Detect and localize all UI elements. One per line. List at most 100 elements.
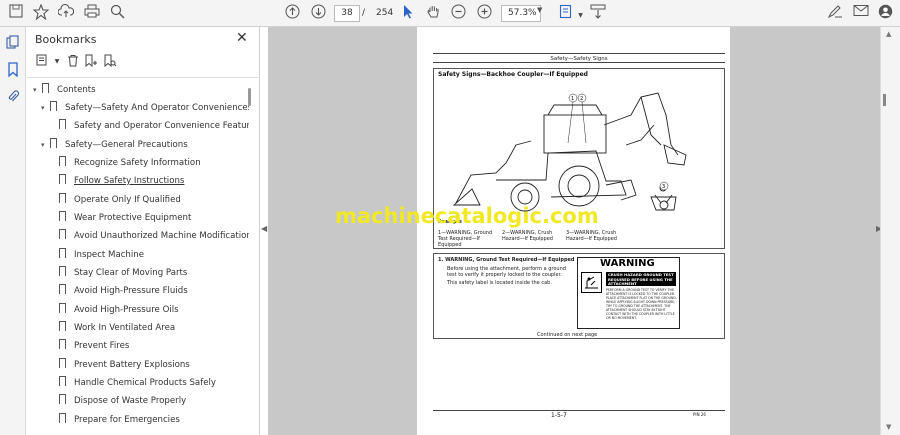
bookmark-item[interactable]: Prevent Battery Explosions [59,356,190,374]
zoom-dropdown-icon[interactable]: ▼ [537,6,542,14]
bookmarks-list: ▾ Contents ▾ Safety—Safety And Operator Co… [27,79,249,435]
scrollbar-thumb[interactable] [883,94,886,106]
bookmark-icon [50,101,57,111]
zoom-level-field[interactable]: 57.3% [501,5,541,22]
item-text-2: This safety label is located inside the … [447,280,552,286]
bookmark-icon [59,266,66,276]
bookmark-item[interactable]: Wear Protective Equipment [59,209,191,227]
svg-text:3: 3 [662,184,665,190]
bookmark-item[interactable]: Work In Ventilated Area [59,319,175,337]
bookmark-icon [59,211,66,221]
bookmark-icon [42,83,49,93]
watermark: machinecatalogic.com [335,204,599,228]
item-text-1: Before using the attachment, perform a g… [447,266,566,278]
bookmark-item[interactable]: Inspect Machine [59,246,144,264]
chevron-down-icon[interactable]: ▾ [33,81,42,99]
bookmark-icon [59,394,66,404]
scroll-up-icon[interactable]: ▲ [886,30,891,38]
item-title: 1. WARNING, Ground Test Required—If Equi… [438,257,575,263]
new-bookmark-icon[interactable] [83,54,99,70]
sign-pen-icon[interactable] [825,4,844,23]
callout-1: 1—WARNING, Ground Test Required—If Equip… [438,230,493,248]
bookmarks-scrollbar-thumb[interactable] [248,88,251,106]
bookmark-icon [59,303,66,313]
bookmark-item[interactable]: Prevent Fires [59,337,129,355]
cloud-upload-icon[interactable] [56,3,75,23]
page-number: 1-5-7 [551,412,567,419]
bookmark-item[interactable]: Avoid High-Pressure Oils [59,301,179,319]
bookmark-item[interactable]: Recognize Safety Information [59,154,201,172]
bookmark-item[interactable]: Follow Safety Instructions [59,172,184,190]
callout-2: 2—WARNING, Crush Hazard—If Equipped [502,230,553,242]
bookmark-item[interactable]: ▾ Contents [33,81,96,99]
bookmark-item[interactable]: Dispose of Waste Properly [59,392,186,410]
bookmark-icon [59,321,66,331]
bookmark-item[interactable]: Operate Only If Qualified [59,191,181,209]
bookmark-icon [59,156,66,166]
page-number-input[interactable]: 38 [334,5,360,22]
bookmark-icon [59,229,66,239]
bookmark-item[interactable]: Safety and Operator Convenience Features [59,117,249,135]
hand-tool-icon[interactable] [424,4,443,23]
bookmark-icon [50,138,57,148]
footer-code: PIN 26 [693,412,706,417]
page-separator: / [362,8,366,18]
delete-icon[interactable] [65,54,81,70]
warning-body: PERFORM A GROUND TEST TO VERIFY THE ATTA… [606,288,677,320]
crush-hazard-pictogram [581,272,602,293]
next-page-icon[interactable] [309,4,328,23]
print-icon[interactable] [82,4,101,23]
callout-3: 3—WARNING, Crush Hazard—If Equipped [566,230,617,242]
bookmark-item[interactable]: ▾ Safety—Safety And Operator Conveniences [41,99,249,117]
warning-subheading: CRUSH HAZARD GROUND TEST REQUIRED BEFORE… [606,272,676,286]
bookmark-icon [59,413,66,423]
toolbar-divider [27,77,260,78]
find-bookmark-icon[interactable] [102,54,118,70]
bookmark-icon [59,193,66,203]
zoom-in-icon[interactable] [475,4,494,23]
options-dropdown-icon[interactable]: ▼ [49,54,65,70]
close-icon[interactable]: ✕ [236,30,248,46]
account-icon[interactable] [876,4,895,23]
vertical-scrollbar[interactable]: ▲ ▼ [880,27,900,435]
bookmarks-title: Bookmarks [35,33,97,46]
bookmark-item[interactable]: Avoid Unauthorized Machine Modifications [59,227,249,245]
bookmark-item[interactable]: Handle Chemical Products Safely [59,374,216,392]
pages-thumbnails-icon[interactable] [4,35,22,53]
left-sidebar-strip [0,27,26,435]
zoom-out-icon[interactable] [449,4,468,23]
previous-page-icon[interactable] [283,4,302,23]
save-icon[interactable] [6,4,25,23]
bookmarks-toolbar: ▼ [27,51,260,75]
bookmark-icon [59,284,66,294]
bookmark-icon [59,174,66,184]
scroll-down-icon[interactable]: ▼ [886,423,891,431]
bookmark-item[interactable]: ▾ Safety—General Precautions [41,136,188,154]
warning-label-image: WARNING CRUSH HAZARD GROUND TEST REQUIRE… [577,257,680,329]
zoom-search-icon[interactable] [108,4,127,23]
chevron-down-icon[interactable]: ▾ [41,99,50,117]
bookmark-icon [59,119,66,129]
bookmark-icon [59,248,66,258]
bookmark-icon [59,376,66,386]
scroll-mode-icon[interactable] [588,4,607,23]
chevron-down-icon[interactable]: ▾ [41,136,50,154]
bookmark-icon [59,339,66,349]
warning-heading: WARNING [578,258,679,270]
collapse-panel-icon[interactable]: ◀ [261,224,267,233]
bookmark-icon [59,358,66,368]
page-header: Safety—Safety Signs [433,53,725,63]
section-title: Safety Signs—Backhoe Coupler—If Equipped [438,71,588,78]
bookmark-item[interactable]: Avoid High-Pressure Fluids [59,282,188,300]
bookmarks-panel-icon[interactable] [4,62,22,80]
star-icon[interactable] [31,3,50,23]
bookmark-item[interactable]: Prepare for Emergencies [59,411,180,429]
attachments-icon[interactable] [4,89,22,107]
bookmarks-panel: Bookmarks ✕ ▼ ▾ Contents ▾ Safety—Safety A… [27,27,260,435]
mail-icon[interactable] [851,4,870,23]
select-cursor-icon[interactable] [398,4,417,23]
bookmark-item[interactable]: Stay Clear of Moving Parts [59,264,187,282]
total-pages: 254 [376,8,394,18]
svg-text:2: 2 [580,96,583,102]
svg-text:1: 1 [571,96,574,102]
